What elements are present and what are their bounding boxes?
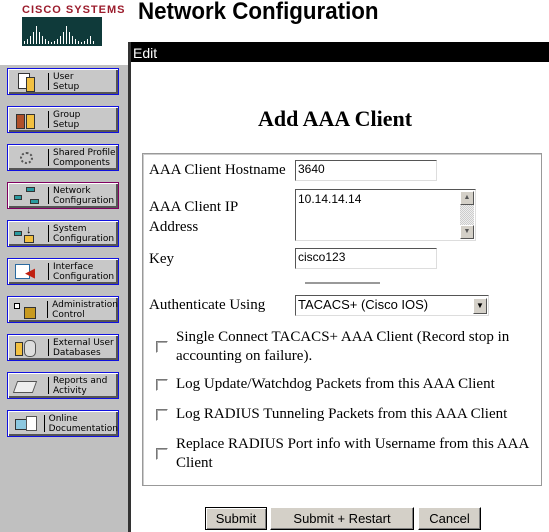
user-icon [12, 71, 42, 93]
scroll-down-icon[interactable]: ▼ [460, 225, 474, 239]
reports-icon [12, 375, 42, 397]
logo-bar [63, 32, 64, 44]
documentation-icon [12, 413, 38, 435]
logo-bar [57, 39, 58, 44]
logo-bar [69, 32, 70, 44]
logo-text: Cisco Systems [22, 4, 126, 16]
ip-value: 10.14.14.14 [298, 192, 362, 206]
logo-bars [22, 17, 102, 46]
logo-bar [27, 39, 28, 44]
sidebar-item-user-setup[interactable]: User Setup [7, 68, 119, 95]
separator [48, 225, 49, 242]
network-icon [12, 185, 42, 207]
separator [48, 73, 49, 90]
logo-bar [45, 39, 46, 44]
sidebar-item-interface-configuration[interactable]: ◀ Interface Configuration [7, 258, 119, 285]
sidebar-item-external-user-databases[interactable]: External User Databases [7, 334, 119, 361]
sidebar-item-label: User Setup [53, 71, 80, 92]
hostname-label: AAA Client Hostname [149, 162, 286, 178]
scroll-up-icon[interactable]: ▲ [460, 191, 474, 205]
separator [48, 187, 49, 204]
checkbox-label: Log Update/Watchdog Packets from this AA… [176, 376, 495, 392]
sidebar-item-group-setup[interactable]: Group Setup [7, 106, 119, 133]
logo-bar [60, 36, 61, 44]
key-input[interactable]: cisco123 [295, 248, 437, 269]
auth-label: Authenticate Using [149, 297, 266, 313]
ip-textarea[interactable]: 10.14.14.14 ▲ ▼ [295, 189, 476, 241]
sidebar-item-label: Shared Profile Components [53, 147, 116, 168]
divider-line [305, 282, 380, 284]
checkbox-log-watchdog[interactable] [156, 379, 168, 391]
system-icon: ↓ [12, 223, 42, 245]
separator [48, 111, 49, 128]
sidebar-item-administration-control[interactable]: Administration Control [7, 296, 119, 323]
submit-button[interactable]: Submit [205, 507, 267, 530]
logo-bar [24, 41, 25, 44]
logo-bar [66, 26, 67, 44]
sidebar-item-label: External User Databases [53, 337, 114, 358]
sidebar-item-network-configuration[interactable]: Network Configuration [7, 182, 119, 209]
checkbox-single-connect[interactable] [156, 341, 168, 353]
cancel-button[interactable]: Cancel [418, 507, 481, 530]
auth-value: TACACS+ (Cisco IOS) [298, 297, 429, 312]
logo-bar [72, 36, 73, 44]
sidebar-item-label: Online Documentation [48, 413, 118, 434]
sidebar-item-label: Administration Control [52, 299, 118, 320]
group-icon [12, 109, 42, 131]
sidebar-item-label: System Configuration [53, 223, 115, 244]
separator [43, 415, 45, 432]
auth-select[interactable]: TACACS+ (Cisco IOS) ▼ [295, 295, 489, 316]
logo-bar [33, 32, 34, 44]
sidebar-item-label: Network Configuration [53, 185, 115, 206]
checkbox-replace-radius-port[interactable] [156, 448, 168, 460]
logo-bar [81, 42, 82, 44]
hostname-input[interactable]: 3640 [295, 160, 437, 181]
separator [48, 339, 49, 356]
logo-bar [30, 36, 31, 44]
logo-bar [78, 41, 79, 44]
interface-icon: ◀ [12, 261, 42, 283]
checkbox-label: Replace RADIUS Port info with Username f… [176, 436, 529, 471]
separator [47, 301, 49, 318]
sidebar-item-online-documentation[interactable]: Online Documentation [7, 410, 119, 437]
logo-bar [75, 39, 76, 44]
divider [128, 42, 131, 532]
submit-restart-button[interactable]: Submit + Restart [270, 507, 414, 530]
page-title: Network Configuration [138, 0, 379, 25]
checkbox-label: Single Connect TACACS+ AAA Client (Recor… [176, 329, 510, 364]
key-label: Key [149, 251, 174, 267]
chevron-down-icon[interactable]: ▼ [473, 298, 487, 314]
sidebar-item-reports-and-activity[interactable]: Reports and Activity [7, 372, 119, 399]
ip-label: AAA Client IP Address [149, 199, 238, 235]
separator [48, 149, 49, 166]
logo-bar [39, 32, 40, 44]
checkbox-log-radius-tunneling[interactable] [156, 409, 168, 421]
logo-bar [90, 36, 91, 44]
logo-bar [87, 39, 88, 44]
cisco-logo: Cisco Systems [0, 0, 128, 65]
form-heading: Add AAA Client [258, 106, 413, 131]
sidebar-item-label: Interface Configuration [53, 261, 115, 282]
scrollbar-track[interactable] [460, 205, 474, 225]
logo-bar [48, 41, 49, 44]
sidebar-item-shared-profile-components[interactable]: Shared Profile Components [7, 144, 119, 171]
sidebar-item-label: Group Setup [53, 109, 81, 130]
separator [48, 377, 49, 394]
section-bar: Edit [131, 42, 549, 62]
sidebar-item-label: Reports and Activity [53, 375, 108, 396]
sidebar-item-system-configuration[interactable]: ↓ System Configuration [7, 220, 119, 247]
logo-bar [93, 41, 94, 44]
logo-bar [36, 26, 37, 44]
logo-bar [51, 42, 52, 44]
logo-bar [84, 41, 85, 44]
logo-bar [42, 36, 43, 44]
logo-bar [54, 41, 55, 44]
gears-icon [12, 147, 42, 169]
checkbox-label: Log RADIUS Tunneling Packets from this A… [176, 406, 508, 422]
database-icon [12, 337, 42, 359]
separator [48, 263, 49, 280]
lock-icon [12, 299, 41, 321]
